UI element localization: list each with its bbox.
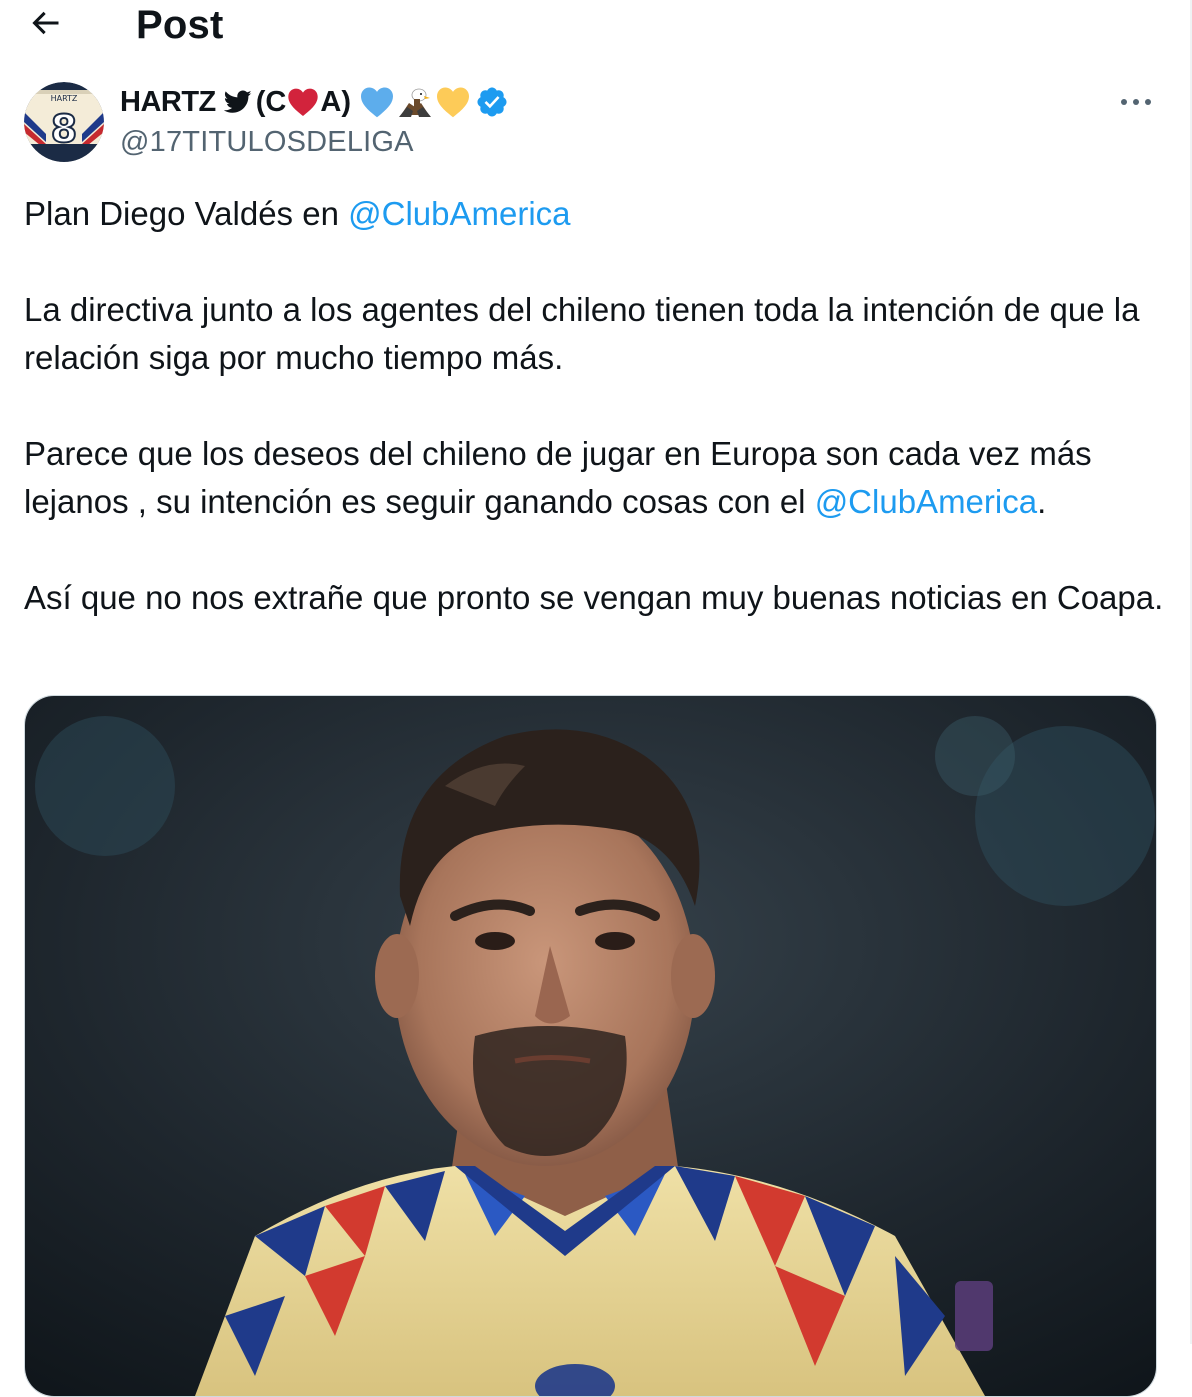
display-name[interactable]: HARTZ (C A)	[120, 82, 509, 122]
more-options-button[interactable]	[1112, 80, 1160, 126]
mention-link[interactable]: @ClubAmerica	[815, 483, 1037, 520]
back-button[interactable]	[22, 2, 68, 48]
red-heart-icon	[287, 87, 319, 117]
avatar-number: 8	[51, 107, 77, 151]
tweet-media-photo[interactable]	[24, 695, 1157, 1397]
yellow-heart-icon	[435, 86, 471, 118]
tweet-text: Plan Diego Valdés en @ClubAmerica La dir…	[24, 190, 1164, 670]
eagle-icon	[397, 85, 433, 119]
more-horizontal-icon	[1119, 94, 1153, 112]
arrow-left-icon	[27, 5, 63, 46]
post-header: Post	[0, 0, 1190, 52]
user-handle[interactable]: @17TITULOSDELIGA	[120, 122, 414, 162]
tweet-paragraph-3: Parece que los deseos del chileno de jug…	[24, 430, 1164, 526]
avatar-image: 8 HARTZ	[24, 82, 104, 162]
blue-heart-icon	[359, 86, 395, 118]
tweet-text-segment: .	[1037, 483, 1047, 520]
avatar-label: HARTZ	[51, 94, 78, 103]
tweet-paragraph-2: La directiva junto a los agentes del chi…	[24, 291, 1140, 376]
tweet-paragraph-4: Así que no nos extrañe que pronto se ven…	[24, 579, 1164, 616]
verified-badge-icon[interactable]	[475, 85, 509, 119]
display-name-paren-close: A)	[320, 85, 351, 118]
tweet-paragraph-1: Plan Diego Valdés en @ClubAmerica	[24, 190, 1164, 238]
bird-icon	[223, 90, 252, 114]
mention-link[interactable]: @ClubAmerica	[348, 195, 570, 232]
avatar[interactable]: 8 HARTZ	[24, 82, 104, 162]
display-name-paren-open: (C	[255, 85, 287, 118]
page-title: Post	[136, 3, 224, 47]
tweet-text-segment: Plan Diego Valdés en	[24, 195, 349, 232]
display-name-text: HARTZ	[120, 85, 216, 118]
player-photo	[25, 696, 1156, 1396]
